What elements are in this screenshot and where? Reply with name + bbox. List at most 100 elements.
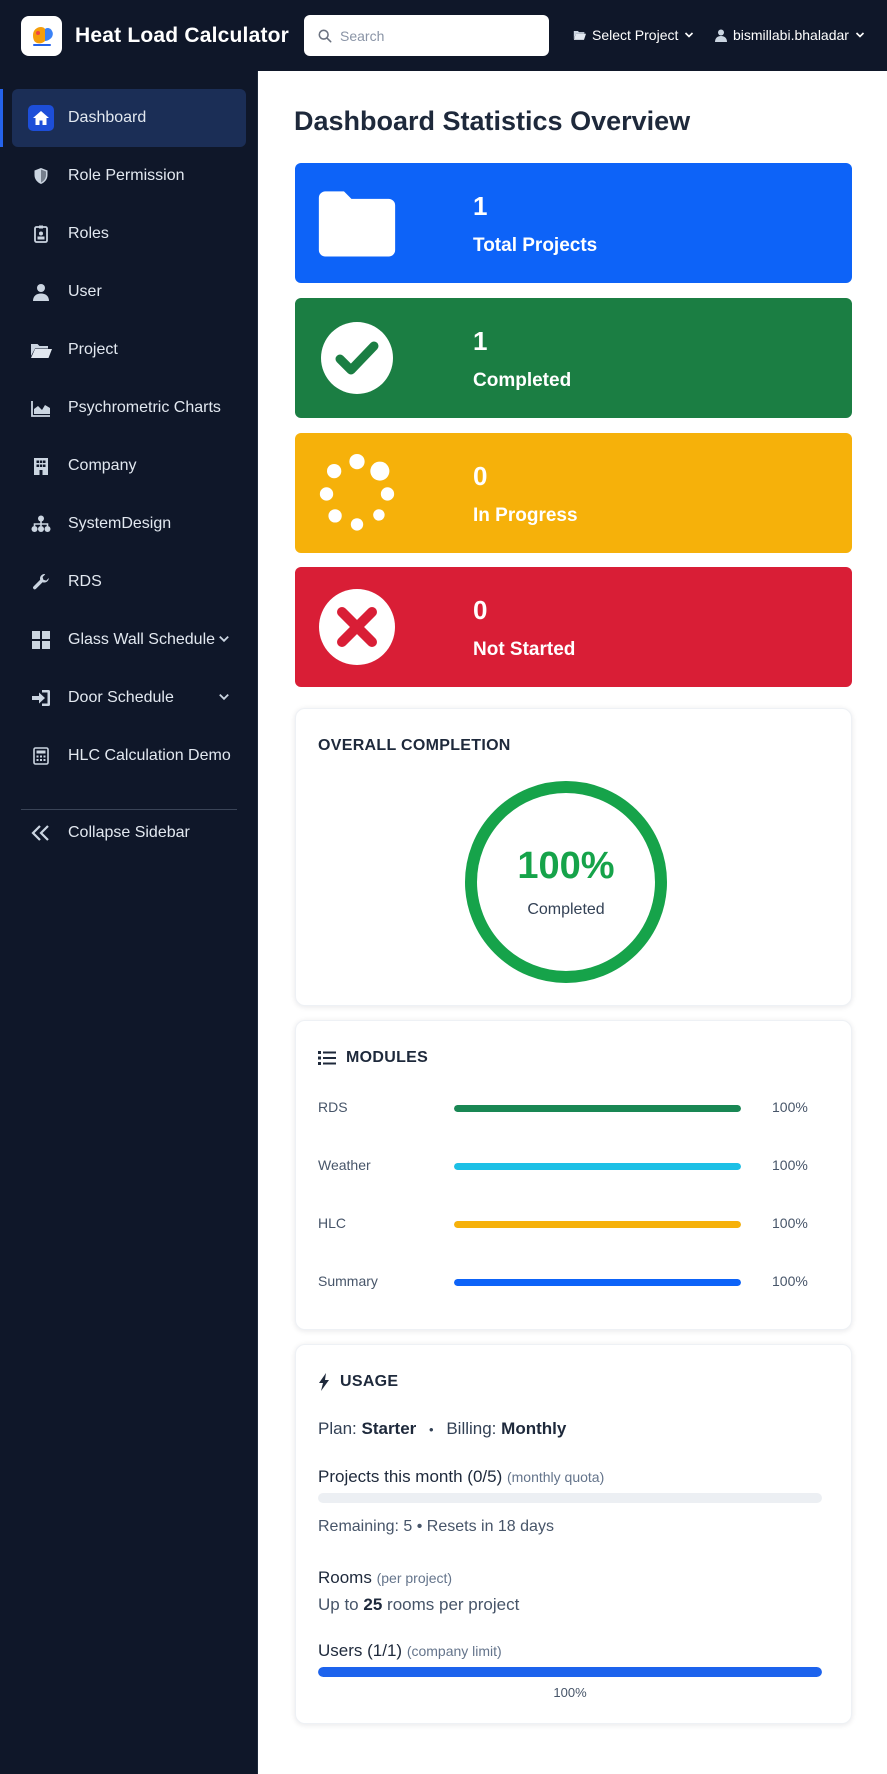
building-icon <box>28 453 54 479</box>
sidebar-item-door-schedule[interactable]: Door Schedule <box>12 669 246 727</box>
completion-ring: 100% Completed <box>461 777 671 987</box>
sidebar-item-project[interactable]: Project <box>12 321 246 379</box>
sidebar-item-label: SystemDesign <box>68 515 172 532</box>
sidebar-item-rds[interactable]: RDS <box>12 553 246 611</box>
module-percent: 100% <box>772 1273 808 1289</box>
calculator-icon <box>28 743 54 769</box>
usage-header: USAGE <box>318 1373 398 1391</box>
project-select-label: Select Project <box>592 27 679 43</box>
stat-label: In Progress <box>473 505 578 526</box>
sidebar-item-role-permission[interactable]: Role Permission <box>12 147 246 205</box>
modules-header: MODULES <box>318 1049 428 1067</box>
sidebar-item-label: Company <box>68 457 137 474</box>
billing-value: Monthly <box>501 1419 567 1438</box>
completion-percent: 100% <box>517 845 615 887</box>
rooms-suffix: rooms per project <box>387 1595 520 1614</box>
times-circle-icon <box>317 587 397 667</box>
module-progress-track <box>454 1163 741 1170</box>
module-name: Weather <box>318 1157 371 1173</box>
search-box[interactable] <box>304 15 549 56</box>
users-percent: 100% <box>553 1685 587 1700</box>
sidebar-item-user[interactable]: User <box>12 263 246 321</box>
module-name: Summary <box>318 1273 378 1289</box>
module-row-rds: RDS 100% <box>318 1099 828 1119</box>
module-percent: 100% <box>772 1215 808 1231</box>
modules-title: MODULES <box>346 1049 429 1066</box>
rooms-value: 25 <box>363 1595 383 1614</box>
projects-quota-line: Projects this month (0/5) (monthly quota… <box>318 1467 604 1487</box>
wrench-icon <box>28 569 54 595</box>
sidebar-item-roles[interactable]: Roles <box>12 205 246 263</box>
folder-open-icon <box>573 30 586 40</box>
sidebar: Dashboard Role Permission Roles User Pro… <box>0 71 258 1774</box>
sidebar-item-hlc-calculation-demo[interactable]: HLC Calculation Demo <box>12 727 246 785</box>
stat-value: 1 <box>473 191 488 221</box>
billing-label: Billing: <box>446 1419 497 1438</box>
collapse-sidebar-button[interactable]: Collapse Sidebar <box>12 804 246 862</box>
sidebar-item-company[interactable]: Company <box>12 437 246 495</box>
app-logo[interactable] <box>21 16 62 56</box>
sidebar-item-systemdesign[interactable]: SystemDesign <box>12 495 246 553</box>
users-line: Users (1/1) (company limit) <box>318 1641 502 1661</box>
module-row-hlc: HLC 100% <box>318 1215 828 1235</box>
usage-title: USAGE <box>340 1373 399 1390</box>
id-badge-icon <box>28 221 54 247</box>
sidebar-item-glass-wall-schedule[interactable]: Glass Wall Schedule <box>12 611 246 669</box>
app-title[interactable]: Heat Load Calculator <box>75 24 289 48</box>
modules-panel: MODULES RDS 100% Weather 100% HLC 100% S… <box>295 1020 852 1330</box>
sidebar-item-label: User <box>68 283 102 300</box>
module-progress-fill <box>454 1279 741 1286</box>
chevron-down-icon <box>685 32 694 38</box>
stat-label: Total Projects <box>473 235 598 256</box>
rooms-limit-line: Up to 25 rooms per project <box>318 1595 519 1615</box>
sitemap-icon <box>28 511 54 537</box>
rooms-prefix: Up to <box>318 1595 359 1614</box>
stat-card-not-started[interactable]: 0 Not Started <box>295 567 852 687</box>
chevron-down-icon <box>855 32 865 38</box>
module-row-weather: Weather 100% <box>318 1157 828 1177</box>
stat-card-in-progress[interactable]: 0 In Progress <box>295 433 852 553</box>
user-menu-dropdown[interactable]: bismillabi.bhaladar <box>715 27 865 43</box>
list-icon <box>318 1051 336 1065</box>
separator-dot: • <box>429 1422 434 1437</box>
stat-value: 0 <box>473 595 488 625</box>
module-progress-fill <box>454 1163 741 1170</box>
stat-value: 0 <box>473 461 488 491</box>
project-select-dropdown[interactable]: Select Project <box>573 27 694 43</box>
rooms-line: Rooms (per project) <box>318 1568 452 1588</box>
users-progress-fill <box>318 1667 822 1677</box>
stat-value: 1 <box>473 326 488 356</box>
area-chart-icon <box>28 395 54 421</box>
sidebar-item-psychrometric-charts[interactable]: Psychrometric Charts <box>12 379 246 437</box>
chevron-down-icon <box>219 693 229 701</box>
sidebar-item-label: Door Schedule <box>68 689 174 706</box>
plan-billing-line: Plan: Starter • Billing: Monthly <box>318 1419 566 1439</box>
folder-open-icon <box>28 337 54 363</box>
check-circle-icon <box>317 318 397 398</box>
stat-card-completed[interactable]: 1 Completed <box>295 298 852 418</box>
sign-in-icon <box>28 685 54 711</box>
collapse-sidebar-label: Collapse Sidebar <box>68 824 190 841</box>
folder-icon <box>317 183 397 263</box>
user-icon <box>715 29 727 42</box>
module-percent: 100% <box>772 1099 808 1115</box>
module-progress-track <box>454 1279 741 1286</box>
overall-completion-title: OVERALL COMPLETION <box>318 737 511 754</box>
module-percent: 100% <box>772 1157 808 1173</box>
chevron-down-icon <box>219 635 229 643</box>
search-icon <box>318 29 332 42</box>
sidebar-item-dashboard[interactable]: Dashboard <box>12 89 246 147</box>
module-row-summary: Summary 100% <box>318 1273 828 1293</box>
projects-quota-label: Projects this month (0/5) <box>318 1467 503 1486</box>
module-progress-track <box>454 1105 741 1112</box>
username-label: bismillabi.bhaladar <box>733 27 849 43</box>
completion-sublabel: Completed <box>527 901 605 918</box>
stat-card-total-projects[interactable]: 1 Total Projects <box>295 163 852 283</box>
grid-icon <box>28 627 54 653</box>
plan-label: Plan: <box>318 1419 357 1438</box>
search-input[interactable] <box>340 27 530 44</box>
user-icon <box>28 279 54 305</box>
sidebar-item-label: Psychrometric Charts <box>68 399 221 416</box>
spinner-icon <box>317 453 397 533</box>
projects-quota-note: (monthly quota) <box>506 1469 605 1485</box>
